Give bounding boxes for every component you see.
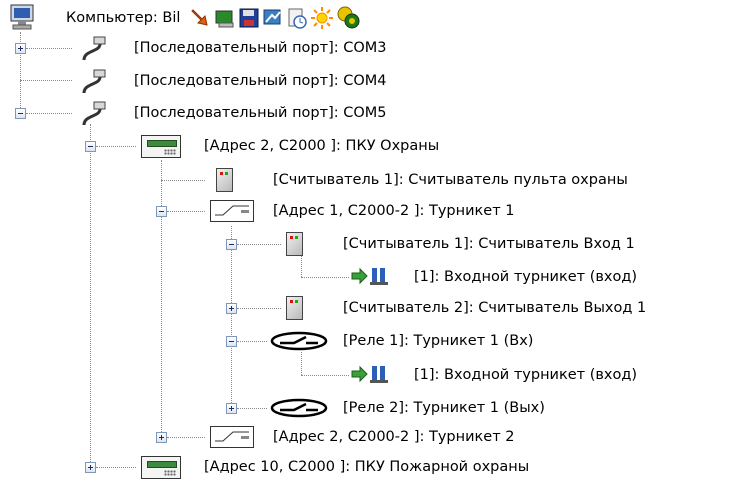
network-icon[interactable] [262,7,284,29]
relay-icon[interactable] [270,331,328,351]
tree-node-reader-out[interactable]: [Считыватель 2]: Считыватель Выход 1 [343,299,646,317]
tree-node-reader-in[interactable]: [Считыватель 1]: Считыватель Вход 1 [343,235,635,253]
reader-icon[interactable] [286,232,303,256]
expand-relay2-toggle[interactable] [226,403,237,414]
expand-reader-out-toggle[interactable] [226,303,237,314]
tree-node-pku-ohrany[interactable]: [Адрес 2, С2000 ]: ПКУ Охраны [204,137,439,155]
monitor-icon[interactable] [214,7,236,29]
serial-port-icon[interactable] [78,69,106,95]
tree-node-pku-fire[interactable]: [Адрес 10, С2000 ]: ПКУ Пожарной охраны [204,458,529,476]
collapse-com5-toggle[interactable] [15,108,26,119]
tree-node-turnstile2[interactable]: [Адрес 2, С2000-2 ]: Турникет 2 [273,428,515,446]
tree-node-in-turnstile-2[interactable]: [1]: Входной турникет (вход) [414,366,637,384]
computer-label[interactable]: Компьютер: Bil [66,9,180,27]
serial-port-icon[interactable] [78,101,106,127]
computer-icon[interactable] [8,3,38,31]
tree-node-in-turnstile-1[interactable]: [1]: Входной турникет (вход) [414,268,637,286]
turnstile-entry-icon[interactable] [350,362,390,386]
device-tree: Компьютер: Bil [Последовательный порт]: … [0,0,738,481]
expand-pku-fire-toggle[interactable] [85,462,96,473]
c2000-2-icon[interactable] [210,200,254,222]
reader-icon[interactable] [286,296,303,320]
floppy-icon[interactable] [238,7,260,29]
expand-com3-toggle[interactable] [15,43,26,54]
expand-turnstile2-toggle[interactable] [156,432,167,443]
serial-port-icon[interactable] [78,36,106,62]
clock-page-icon[interactable] [286,7,308,29]
tree-node-com3[interactable]: [Последовательный порт]: COM3 [134,39,387,57]
tree-node-turnstile1[interactable]: [Адрес 1, С2000-2 ]: Турникет 1 [273,202,515,220]
relay-icon[interactable] [270,398,328,418]
collapse-pku-ohrany-toggle[interactable] [85,141,96,152]
c2000-2-icon[interactable] [210,426,254,448]
hand-icon[interactable] [189,7,211,29]
coins-icon[interactable] [336,4,362,30]
reader-icon[interactable] [216,168,233,192]
tree-node-relay1[interactable]: [Реле 1]: Турникет 1 (Вх) [343,332,533,350]
tree-node-relay2[interactable]: [Реле 2]: Турникет 1 (Вых) [343,399,545,417]
sun-icon[interactable] [310,6,334,30]
tree-node-reader-pulta[interactable]: [Считыватель 1]: Считыватель пульта охра… [273,171,628,189]
tree-node-com4[interactable]: [Последовательный порт]: COM4 [134,72,387,90]
turnstile-entry-icon[interactable] [350,264,390,288]
collapse-turnstile1-toggle[interactable] [156,206,167,217]
tree-node-com5[interactable]: [Последовательный порт]: COM5 [134,104,387,122]
collapse-relay1-toggle[interactable] [226,336,237,347]
control-panel-icon[interactable] [141,456,181,479]
collapse-reader-in-toggle[interactable] [226,239,237,250]
control-panel-icon[interactable] [141,135,181,158]
